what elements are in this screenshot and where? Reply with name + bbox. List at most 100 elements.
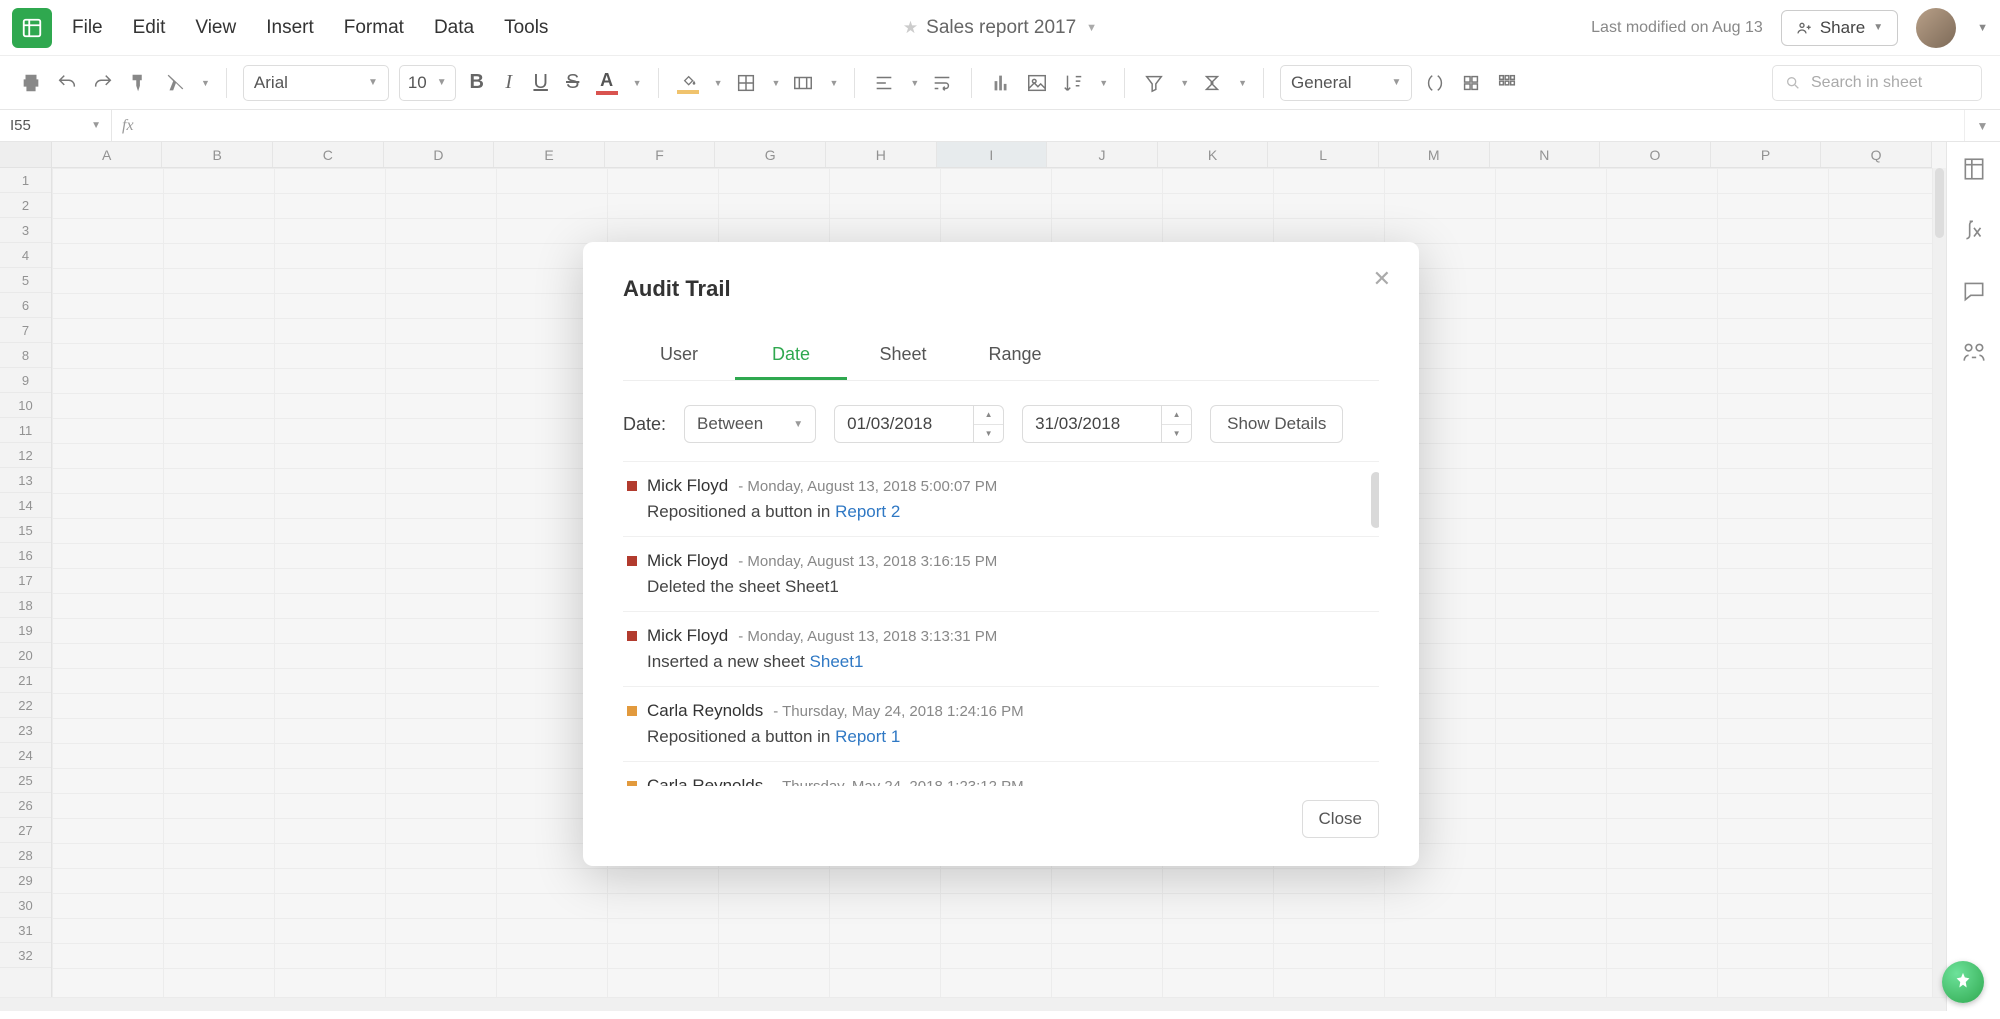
row-header[interactable]: 25 — [0, 768, 51, 793]
borders-icon[interactable] — [733, 70, 759, 96]
row-header[interactable]: 10 — [0, 393, 51, 418]
column-header[interactable]: N — [1490, 142, 1601, 167]
row-header[interactable]: 30 — [0, 893, 51, 918]
row-header[interactable]: 3 — [0, 218, 51, 243]
date-to-input[interactable]: 31/03/2018 — [1022, 405, 1162, 443]
audit-link[interactable]: Report 1 — [835, 727, 900, 746]
column-header[interactable]: L — [1268, 142, 1379, 167]
chevron-down-icon[interactable]: ▼ — [829, 78, 838, 88]
operator-select[interactable]: Between ▼ — [684, 405, 816, 443]
row-header[interactable]: 21 — [0, 668, 51, 693]
sheet-panel-icon[interactable] — [1961, 156, 1987, 187]
row-header[interactable]: 7 — [0, 318, 51, 343]
chevron-down-icon[interactable]: ▼ — [772, 78, 781, 88]
row-header[interactable]: 32 — [0, 943, 51, 968]
select-all-corner[interactable] — [0, 142, 52, 167]
share-button[interactable]: Share ▼ — [1781, 10, 1898, 46]
print-icon[interactable] — [18, 70, 44, 96]
row-header[interactable]: 19 — [0, 618, 51, 643]
row-header[interactable]: 27 — [0, 818, 51, 843]
align-icon[interactable] — [871, 70, 897, 96]
star-icon[interactable]: ★ — [903, 18, 918, 38]
chevron-down-icon[interactable]: ▼ — [1162, 425, 1191, 443]
row-header[interactable]: 31 — [0, 918, 51, 943]
fill-color-button[interactable] — [675, 72, 701, 94]
horizontal-scrollbar[interactable] — [0, 997, 1946, 1011]
list-scrollbar-thumb[interactable] — [1371, 472, 1379, 528]
vertical-scrollbar[interactable] — [1932, 168, 1946, 997]
merge-icon[interactable] — [790, 70, 816, 96]
app-logo[interactable] — [12, 8, 52, 48]
row-header[interactable]: 9 — [0, 368, 51, 393]
expand-formula-icon[interactable]: ▼ — [1964, 110, 2000, 141]
column-header[interactable]: F — [605, 142, 716, 167]
strikethrough-button[interactable]: S — [562, 71, 584, 94]
italic-button[interactable]: I — [498, 71, 520, 94]
close-icon[interactable]: ✕ — [1373, 266, 1391, 292]
tab-sheet[interactable]: Sheet — [847, 332, 959, 380]
document-title-group[interactable]: ★ Sales report 2017 ▼ — [903, 17, 1097, 39]
audit-link[interactable]: Report 2 — [835, 502, 900, 521]
comment-panel-icon[interactable] — [1961, 278, 1987, 309]
column-header[interactable]: Q — [1821, 142, 1932, 167]
menu-data[interactable]: Data — [434, 17, 474, 39]
show-details-button[interactable]: Show Details — [1210, 405, 1343, 443]
date-from-spinner[interactable]: ▲▼ — [974, 405, 1004, 443]
row-header[interactable]: 22 — [0, 693, 51, 718]
column-header[interactable]: H — [826, 142, 937, 167]
row-header[interactable]: 13 — [0, 468, 51, 493]
column-header[interactable]: G — [715, 142, 826, 167]
tab-date[interactable]: Date — [735, 332, 847, 380]
number-format-select[interactable]: General ▼ — [1280, 65, 1412, 101]
chevron-down-icon[interactable]: ▼ — [201, 78, 210, 88]
row-header[interactable]: 18 — [0, 593, 51, 618]
date-to-spinner[interactable]: ▲▼ — [1162, 405, 1192, 443]
row-header[interactable]: 4 — [0, 243, 51, 268]
chevron-up-icon[interactable]: ▲ — [974, 406, 1003, 425]
chevron-down-icon[interactable]: ▼ — [910, 78, 919, 88]
row-header[interactable]: 26 — [0, 793, 51, 818]
chevron-down-icon[interactable]: ▼ — [1099, 78, 1108, 88]
grid-tiny-icon[interactable] — [1494, 70, 1520, 96]
image-icon[interactable] — [1024, 70, 1050, 96]
fx-label[interactable]: fx — [122, 117, 134, 135]
menu-edit[interactable]: Edit — [133, 17, 166, 39]
chevron-down-icon[interactable]: ▼ — [714, 78, 723, 88]
date-from-input[interactable]: 01/03/2018 — [834, 405, 974, 443]
column-header[interactable]: J — [1047, 142, 1158, 167]
sum-icon[interactable] — [1199, 70, 1225, 96]
cell-reference[interactable]: I55 ▼ — [0, 110, 112, 141]
row-header[interactable]: 17 — [0, 568, 51, 593]
row-header[interactable]: 5 — [0, 268, 51, 293]
column-header[interactable]: O — [1600, 142, 1711, 167]
chevron-down-icon[interactable]: ▼ — [1977, 22, 1988, 34]
column-header[interactable]: K — [1158, 142, 1269, 167]
menu-view[interactable]: View — [195, 17, 236, 39]
row-header[interactable]: 2 — [0, 193, 51, 218]
clear-format-icon[interactable] — [162, 70, 188, 96]
chart-icon[interactable] — [988, 70, 1014, 96]
chevron-down-icon[interactable]: ▼ — [1873, 22, 1883, 33]
filter-icon[interactable] — [1141, 70, 1167, 96]
font-size-select[interactable]: 10 ▼ — [399, 65, 456, 101]
search-input[interactable]: Search in sheet — [1772, 65, 1982, 101]
row-header[interactable]: 16 — [0, 543, 51, 568]
chevron-down-icon[interactable]: ▼ — [974, 425, 1003, 443]
bold-button[interactable]: B — [466, 71, 488, 94]
redo-icon[interactable] — [90, 70, 116, 96]
row-header[interactable]: 28 — [0, 843, 51, 868]
fx-panel-icon[interactable] — [1961, 217, 1987, 248]
menu-insert[interactable]: Insert — [266, 17, 314, 39]
font-color-button[interactable]: A — [594, 71, 620, 95]
format-painter-icon[interactable] — [126, 70, 152, 96]
row-header[interactable]: 8 — [0, 343, 51, 368]
column-header[interactable]: P — [1711, 142, 1822, 167]
row-header[interactable]: 29 — [0, 868, 51, 893]
audit-link[interactable]: Sheet1 — [810, 652, 864, 671]
menu-format[interactable]: Format — [344, 17, 404, 39]
help-button[interactable] — [1942, 961, 1984, 1003]
column-header[interactable]: I — [937, 142, 1048, 167]
row-header[interactable]: 15 — [0, 518, 51, 543]
row-header[interactable]: 6 — [0, 293, 51, 318]
chevron-down-icon[interactable]: ▼ — [633, 78, 642, 88]
